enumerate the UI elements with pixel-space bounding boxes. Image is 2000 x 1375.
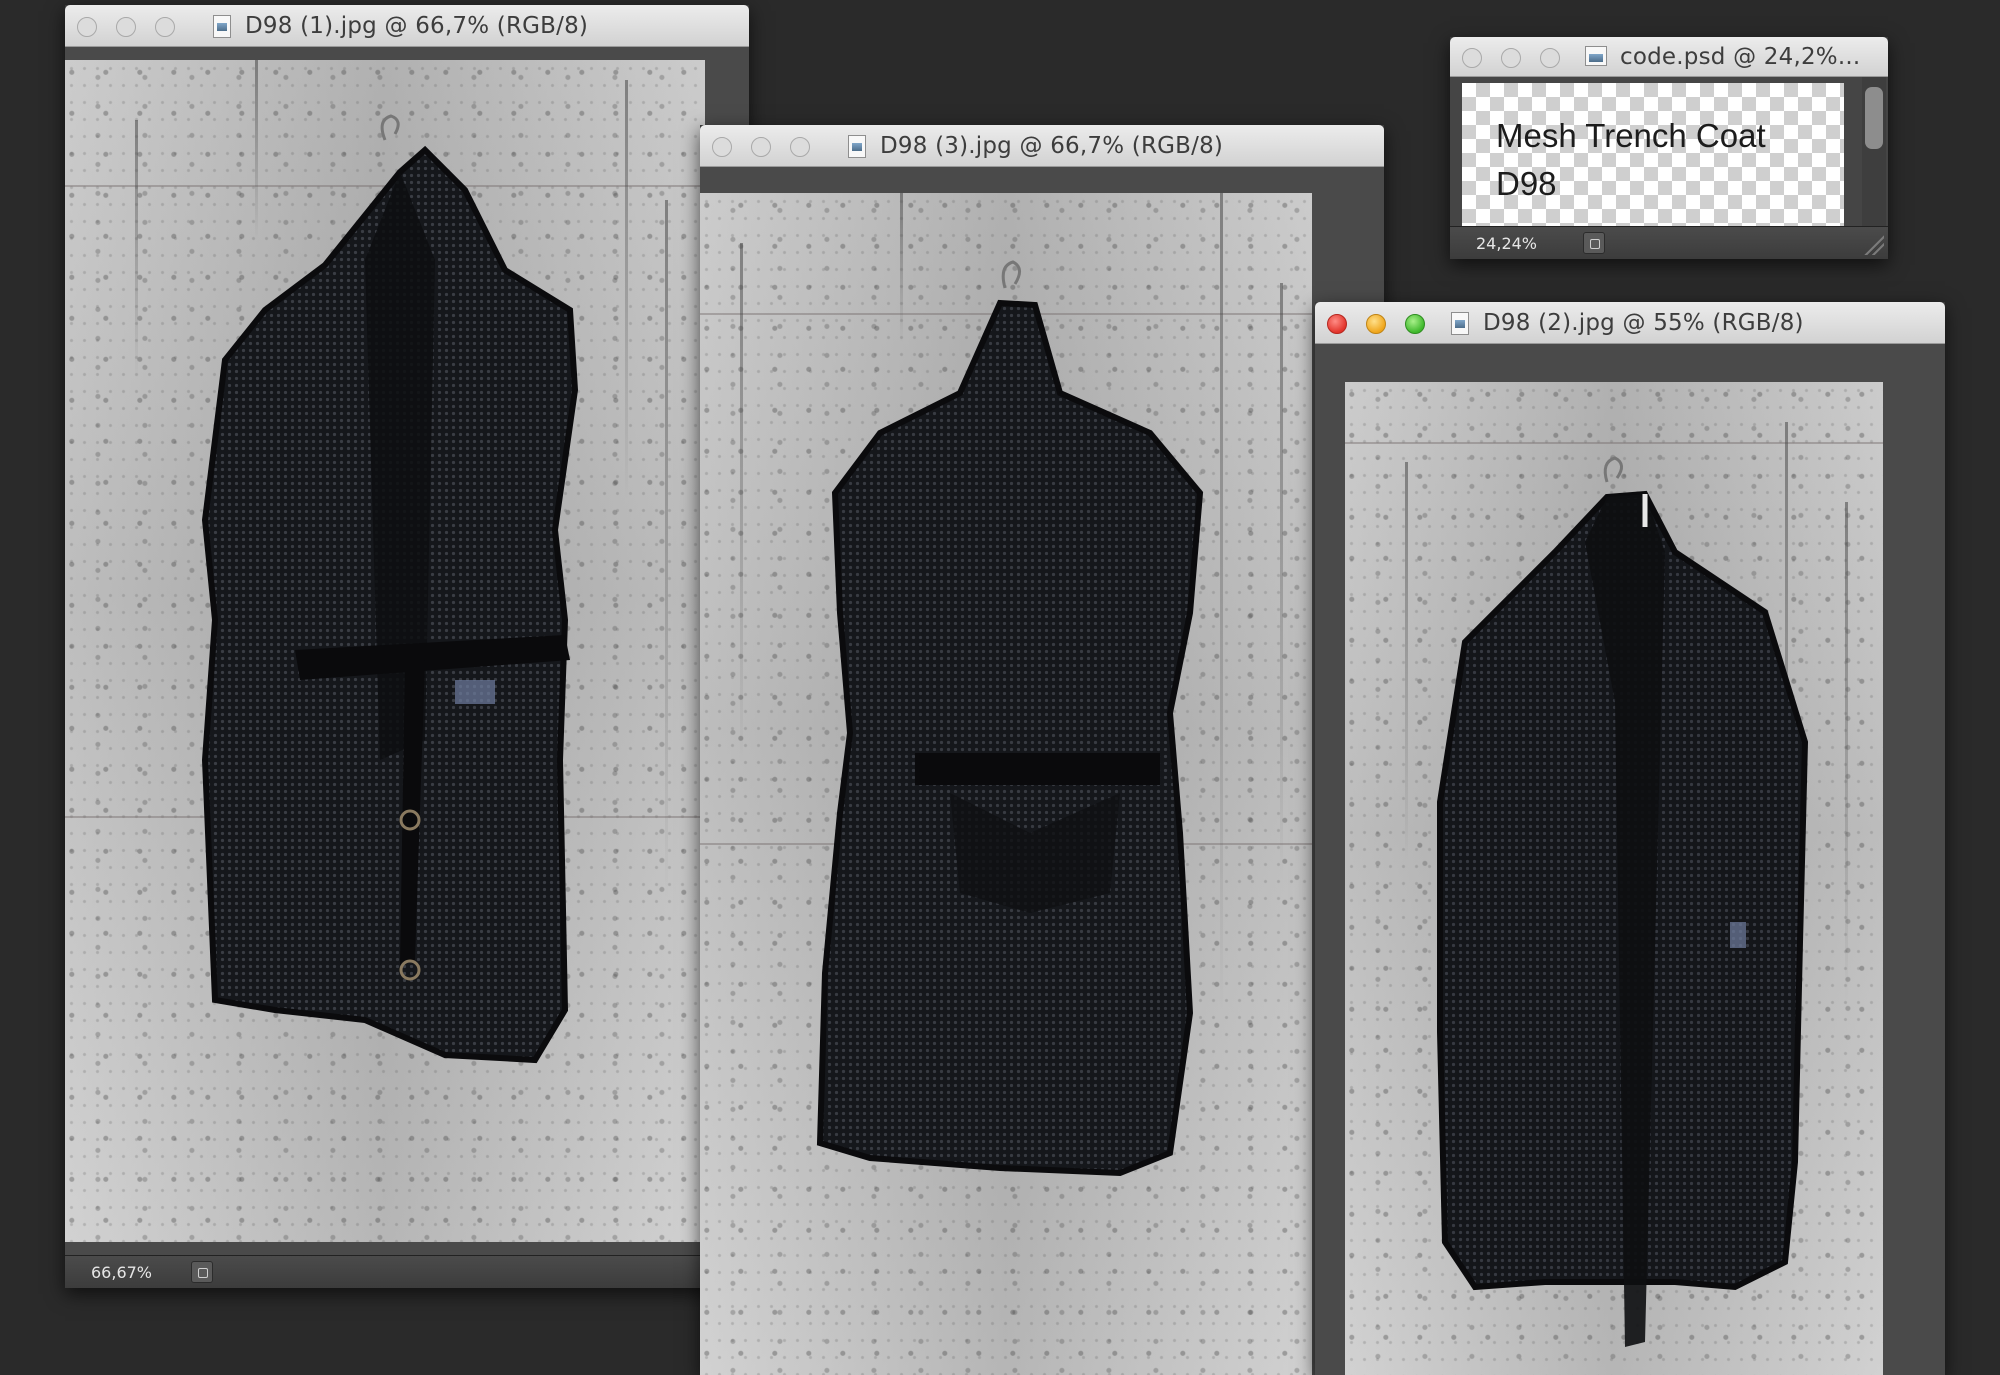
photo-d98-2 xyxy=(1345,382,1883,1375)
window-title: code.psd @ 24,2%... xyxy=(1620,44,1861,70)
status-bar: 66,67% xyxy=(65,1255,749,1288)
window-title: D98 (1).jpg @ 66,7% (RGB/8) xyxy=(245,13,589,39)
zoom-level[interactable]: 24,24% xyxy=(1476,234,1537,253)
traffic-lights xyxy=(1462,48,1560,68)
window-title: D98 (3).jpg @ 66,7% (RGB/8) xyxy=(880,133,1224,159)
zoom-button[interactable] xyxy=(1540,48,1560,68)
canvas-area[interactable]: Mesh Trench Coat D98 xyxy=(1450,77,1888,227)
title-bar[interactable]: D98 (3).jpg @ 66,7% (RGB/8) xyxy=(700,125,1384,167)
title-bar[interactable]: D98 (2).jpg @ 55% (RGB/8) xyxy=(1315,302,1945,344)
zoom-button[interactable] xyxy=(790,137,810,157)
zoom-level[interactable]: 66,67% xyxy=(91,1263,152,1282)
close-button[interactable] xyxy=(1327,314,1347,334)
close-button[interactable] xyxy=(1462,48,1482,68)
window-d98-3[interactable]: D98 (3).jpg @ 66,7% (RGB/8) xyxy=(700,125,1384,1375)
close-button[interactable] xyxy=(712,137,732,157)
window-d98-2[interactable]: D98 (2).jpg @ 55% (RGB/8) xyxy=(1315,302,1945,1375)
document-icon xyxy=(1585,46,1607,66)
zoom-button[interactable] xyxy=(155,17,175,37)
canvas-area[interactable] xyxy=(65,47,749,1256)
garment-image xyxy=(816,260,1204,1177)
status-bar: 24,24% xyxy=(1450,226,1888,259)
photo-d98-3 xyxy=(700,193,1312,1375)
garment-image xyxy=(201,114,579,1064)
document-info-button[interactable] xyxy=(1583,232,1605,254)
document-icon xyxy=(213,15,231,38)
minimize-button[interactable] xyxy=(751,137,771,157)
transparent-canvas: Mesh Trench Coat D98 xyxy=(1462,83,1844,227)
photo-d98-1 xyxy=(65,60,705,1242)
document-icon xyxy=(848,135,866,158)
traffic-lights xyxy=(1327,314,1425,334)
vertical-scrollbar[interactable] xyxy=(1862,77,1886,227)
zoom-button[interactable] xyxy=(1405,314,1425,334)
canvas-area[interactable] xyxy=(1315,344,1945,1375)
scrollbar-thumb[interactable] xyxy=(1865,87,1883,149)
title-bar[interactable]: code.psd @ 24,2%... xyxy=(1450,37,1888,77)
title-bar[interactable]: D98 (1).jpg @ 66,7% (RGB/8) xyxy=(65,5,749,47)
window-code-psd[interactable]: code.psd @ 24,2%... Mesh Trench Coat D98… xyxy=(1450,37,1888,259)
minimize-button[interactable] xyxy=(1366,314,1386,334)
close-button[interactable] xyxy=(77,17,97,37)
minimize-button[interactable] xyxy=(116,17,136,37)
window-d98-1[interactable]: D98 (1).jpg @ 66,7% (RGB/8) 66,67% xyxy=(65,5,749,1288)
desktop: D98 (1).jpg @ 66,7% (RGB/8) 66,67% D98 (… xyxy=(0,0,2000,1375)
traffic-lights xyxy=(77,17,175,37)
minimize-button[interactable] xyxy=(1501,48,1521,68)
text-layer-line-2: D98 xyxy=(1496,165,1557,202)
document-info-button[interactable] xyxy=(191,1261,213,1283)
document-icon xyxy=(1451,312,1469,335)
text-layer-line-1: Mesh Trench Coat xyxy=(1496,117,1766,154)
garment-image xyxy=(1437,456,1809,1347)
window-title: D98 (2).jpg @ 55% (RGB/8) xyxy=(1483,310,1804,336)
canvas-area[interactable] xyxy=(700,167,1384,1375)
traffic-lights xyxy=(712,137,810,157)
resize-grip[interactable] xyxy=(1862,233,1884,255)
